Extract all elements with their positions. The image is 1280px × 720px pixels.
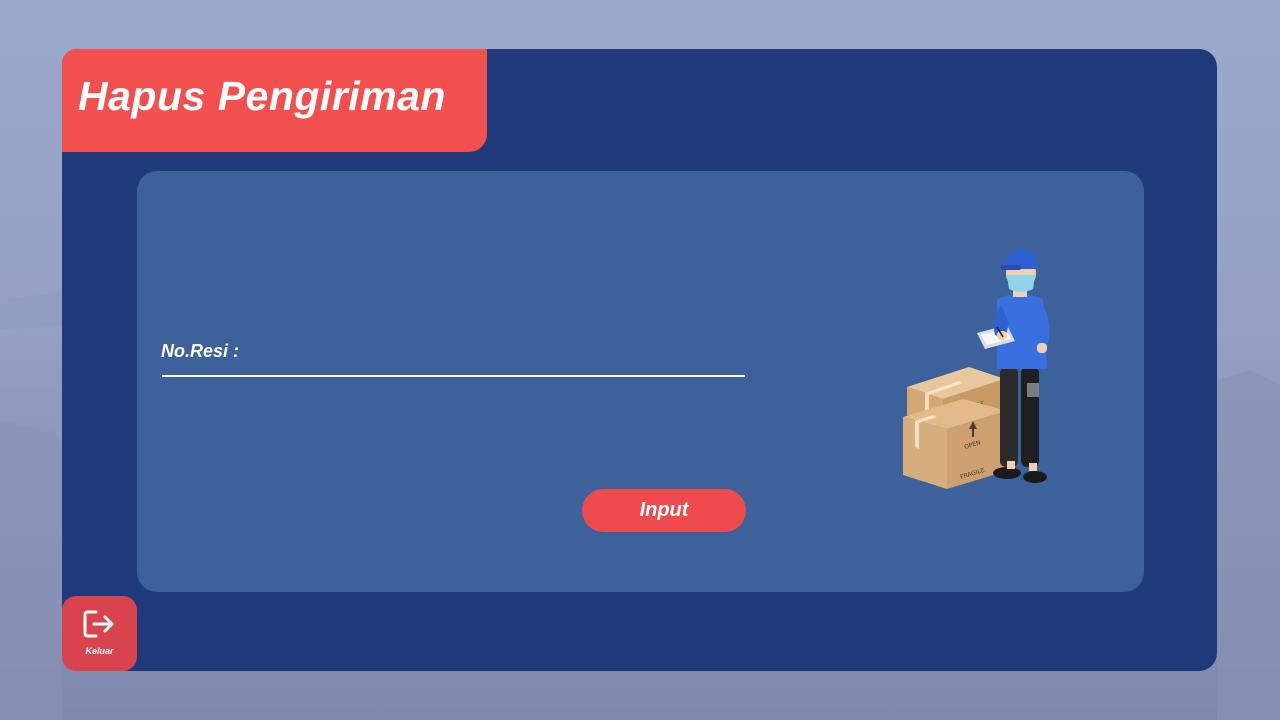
page-title: Hapus Pengiriman	[78, 73, 446, 119]
exit-label: Keluar	[85, 646, 114, 656]
form-panel: No.Resi : Input FRAGILE OPEN FRAGILE	[137, 171, 1144, 592]
input-button[interactable]: Input	[582, 489, 746, 532]
exit-button[interactable]: Keluar	[62, 596, 137, 671]
courier-with-boxes-illustration: FRAGILE OPEN FRAGILE	[903, 249, 1050, 489]
logout-icon	[83, 610, 114, 638]
no-resi-input[interactable]	[162, 347, 745, 377]
title-tab: Hapus Pengiriman	[62, 49, 487, 152]
bottom-box-icon: OPEN FRAGILE	[903, 399, 1007, 489]
